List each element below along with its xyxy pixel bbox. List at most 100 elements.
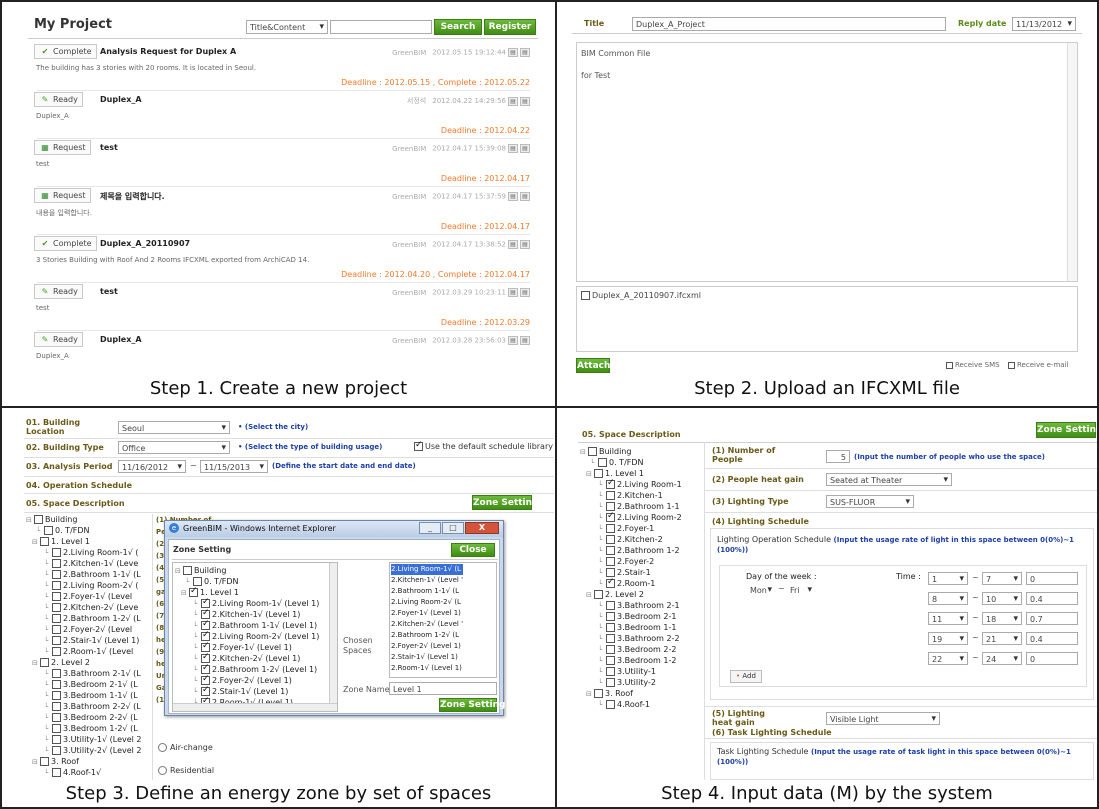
time-from-select[interactable]: 11	[928, 612, 968, 625]
collapse-icon[interactable]: ⊟	[32, 757, 40, 768]
tree-checkbox[interactable]	[52, 603, 61, 612]
default-schedule-checkbox[interactable]	[414, 440, 423, 451]
body-textarea[interactable]: BIM Common File for Test	[576, 42, 1078, 282]
tree-checkbox[interactable]	[34, 515, 43, 524]
dialog-tree-vscroll[interactable]	[329, 563, 337, 703]
tree-checkbox[interactable]	[606, 577, 615, 588]
tree-checkbox[interactable]	[201, 674, 210, 685]
tree-item[interactable]: └ 3.Utility-1	[580, 666, 704, 677]
attach-button[interactable]: Attach	[576, 358, 610, 373]
tree-item[interactable]: └ 4.Roof-1√	[26, 767, 152, 778]
time-to-select[interactable]: 21	[982, 632, 1022, 645]
dialog-zone-setting-button[interactable]: Zone Setting	[439, 698, 505, 712]
tree-checkbox[interactable]	[44, 526, 53, 535]
project-title[interactable]: Duplex_A_20110907	[100, 239, 190, 248]
tree-item[interactable]: └ 2.Living Room-1√ (	[26, 547, 152, 558]
tree-checkbox[interactable]	[40, 537, 49, 546]
end-date-select[interactable]: 11/15/2013	[200, 460, 268, 473]
collapse-icon[interactable]: ⊟	[175, 566, 183, 577]
edit-icon[interactable]: ▤	[508, 336, 518, 345]
p4-zone-setting-button[interactable]: Zone Setting	[1036, 422, 1097, 438]
chosen-space-item[interactable]: 2.Living Room-1√ (L	[391, 564, 464, 575]
tree-item[interactable]: └ 2.Bathroom 1-1√ (L	[26, 569, 152, 580]
tree-checkbox[interactable]	[52, 581, 61, 590]
tree-checkbox[interactable]	[52, 614, 61, 623]
delete-icon[interactable]: ▤	[520, 144, 530, 153]
tree-checkbox[interactable]	[606, 601, 615, 610]
tree-item[interactable]: └ 2.Kitchen-1√ (Leve	[26, 558, 152, 569]
sms-checkbox[interactable]	[946, 361, 953, 369]
chosen-space-item[interactable]: 2.Room-1√ (Level 1)	[391, 663, 463, 674]
people-heat-select[interactable]: Seated at Theater	[826, 473, 952, 486]
project-title[interactable]: Duplex_A	[100, 95, 142, 104]
tree-checkbox[interactable]	[598, 458, 607, 467]
tree-item[interactable]: └ 2.Kitchen-2√ (Leve	[26, 602, 152, 613]
status-badge[interactable]: ✔ Complete	[34, 44, 97, 59]
search-input[interactable]	[330, 20, 432, 34]
register-button[interactable]: Register	[484, 19, 536, 35]
tree-item[interactable]: └2.Kitchen-2√ (Level 1)	[175, 652, 319, 664]
chosen-space-item[interactable]: 2.Bathroom 1-1√ (L	[391, 586, 463, 597]
lighting-heat-select[interactable]: Visible Light	[826, 712, 940, 725]
dow-from-select[interactable]: Mon	[746, 584, 776, 596]
tree-item[interactable]: └ 3.Bedroom 1-1	[580, 622, 704, 633]
tree-item[interactable]: └ 3.Bedroom 2-2	[580, 644, 704, 655]
project-title[interactable]: test	[100, 287, 118, 296]
project-title[interactable]: Duplex_A	[100, 335, 142, 344]
tree-group[interactable]: └ 0. T/FDN	[580, 457, 704, 468]
tree-checkbox[interactable]	[606, 478, 615, 489]
tree-group[interactable]: ⊟ 3. Roof	[580, 688, 704, 699]
tree-checkbox[interactable]	[52, 724, 61, 733]
time-from-select[interactable]: 8	[928, 592, 968, 605]
receive-email[interactable]: Receive e-mail	[1008, 361, 1068, 369]
search-filter-select[interactable]: Title&Content	[246, 20, 328, 34]
city-select[interactable]: Seoul	[118, 421, 230, 434]
tree-item[interactable]: └ 2.Bathroom 1-2√ (L	[26, 613, 152, 624]
title-input[interactable]: Duplex_A_Project	[632, 17, 946, 31]
tree-checkbox[interactable]	[201, 630, 210, 641]
zone-setting-button[interactable]: Zone Setting	[472, 495, 538, 510]
receive-sms[interactable]: Receive SMS	[946, 361, 1000, 369]
tree-item[interactable]: └ 2.Foyer-2	[580, 556, 704, 567]
tree-checkbox[interactable]	[606, 634, 615, 643]
tree-checkbox[interactable]	[201, 641, 210, 652]
collapse-icon[interactable]: ⊟	[26, 515, 34, 526]
delete-icon[interactable]: ▤	[520, 240, 530, 249]
usage-rate-input[interactable]: 0.4	[1026, 592, 1078, 605]
status-badge[interactable]: ✔ Complete	[34, 236, 97, 251]
time-to-select[interactable]: 24	[982, 652, 1022, 665]
tree-checkbox[interactable]	[606, 524, 615, 533]
tree-checkbox[interactable]	[52, 625, 61, 634]
tree-item[interactable]: └ 3.Bedroom 2-2√ (L	[26, 712, 152, 723]
tree-group[interactable]: ⊟ 1. Level 1	[580, 468, 704, 479]
add-button[interactable]: • Add	[730, 670, 762, 683]
collapse-icon[interactable]: ⊟	[32, 658, 40, 669]
start-date-select[interactable]: 11/16/2012	[118, 460, 186, 473]
residential-option[interactable]: Residential	[158, 766, 214, 775]
tree-checkbox[interactable]	[606, 612, 615, 621]
edit-icon[interactable]: ▤	[508, 240, 518, 249]
tree-group[interactable]: ⊟ 2. Level 2	[580, 589, 704, 600]
tree-item[interactable]: └2.Stair-1√ (Level 1)	[26, 635, 152, 646]
tree-item[interactable]: └2.Foyer-2√ (Level 1)	[175, 674, 319, 686]
chosen-spaces-list[interactable]: 2.Living Room-1√ (L 2.Kitchen-1√ (Level '…	[389, 562, 497, 678]
tree-item[interactable]: └2.Bathroom 1-2√ (Level 1)	[175, 663, 319, 675]
people-input[interactable]: 5	[826, 450, 850, 463]
minimize-button[interactable]: _	[419, 522, 441, 534]
usage-rate-input[interactable]: 0.7	[1026, 612, 1078, 625]
tree-checkbox[interactable]	[606, 645, 615, 654]
tree-item[interactable]: └ 3.Utility-1√ (Level 2	[26, 734, 152, 745]
collapse-icon[interactable]: ⊟	[580, 447, 588, 458]
tree-item[interactable]: └2.Living Room-1	[580, 478, 704, 490]
project-title[interactable]: Analysis Request for Duplex A	[100, 47, 236, 56]
tree-checkbox[interactable]	[52, 680, 61, 689]
tree-item[interactable]: └ 3.Bedroom 1-1√ (L	[26, 690, 152, 701]
tree-item[interactable]: └2.Living Room-1√ (Level 1)	[175, 597, 319, 609]
usage-rate-input[interactable]: 0.4	[1026, 632, 1078, 645]
tree-checkbox[interactable]	[594, 590, 603, 599]
tree-checkbox[interactable]	[201, 685, 210, 696]
tree-item[interactable]: └ 3.Bathroom 2-1√ (L	[26, 668, 152, 679]
tree-item[interactable]: └ 2.Foyer-2√ (Level	[26, 624, 152, 635]
tree-checkbox[interactable]	[183, 566, 192, 575]
tree-checkbox[interactable]	[201, 619, 210, 630]
